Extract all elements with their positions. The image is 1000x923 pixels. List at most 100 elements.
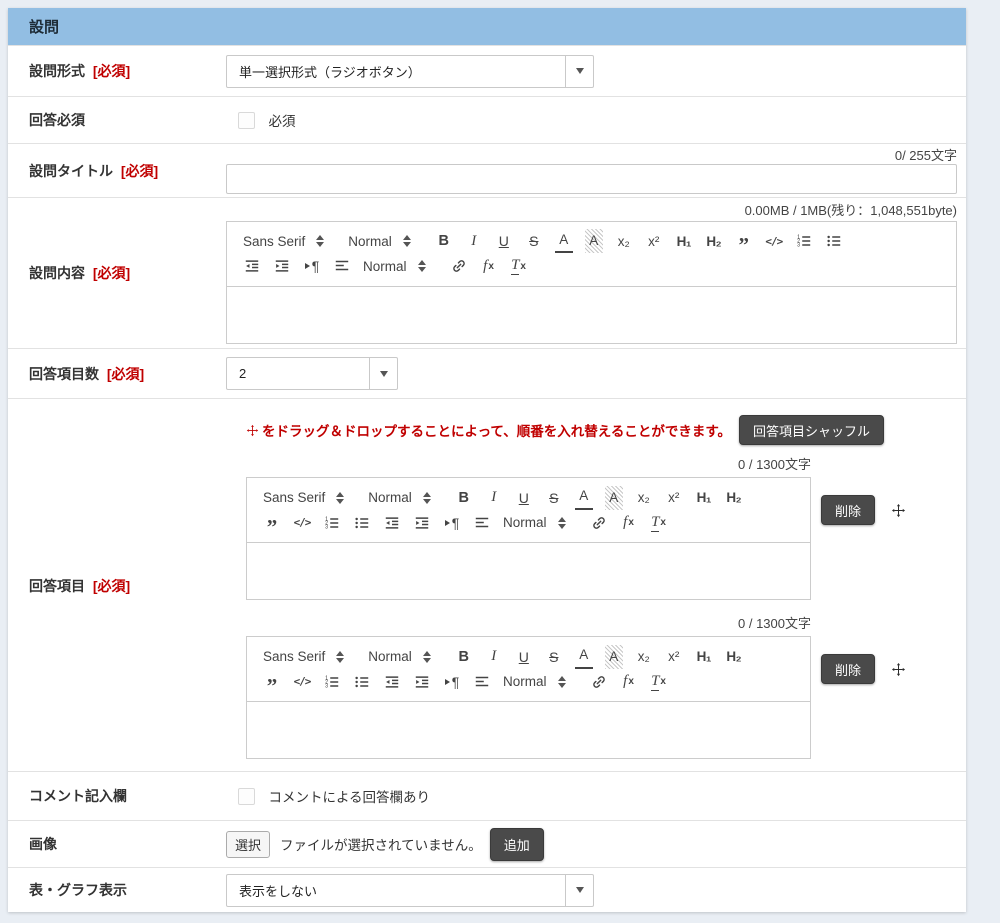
delete-button[interactable]: 削除 bbox=[821, 654, 875, 684]
comment-field-checkbox[interactable] bbox=[238, 788, 255, 805]
editor-content-area[interactable] bbox=[227, 287, 956, 343]
strike-button[interactable]: S bbox=[545, 486, 563, 510]
heading-select[interactable]: Normal bbox=[368, 645, 431, 669]
formula-button[interactable]: fx bbox=[480, 254, 498, 278]
subscript-button[interactable]: x₂ bbox=[635, 486, 653, 510]
formula-button[interactable]: fx bbox=[620, 670, 638, 694]
direction-button[interactable]: ¶ bbox=[303, 254, 321, 278]
color-button[interactable]: A bbox=[575, 645, 593, 669]
align-button[interactable] bbox=[473, 670, 491, 694]
clear-button[interactable]: Tx bbox=[510, 254, 528, 278]
code-button[interactable]: </> bbox=[293, 511, 311, 535]
subscript-button[interactable]: x₂ bbox=[615, 229, 633, 253]
add-image-button[interactable]: 追加 bbox=[490, 828, 544, 861]
question-title-input[interactable] bbox=[226, 164, 957, 194]
color-button[interactable]: A bbox=[555, 229, 573, 253]
italic-button[interactable]: I bbox=[485, 645, 503, 669]
italic-button[interactable]: I bbox=[465, 229, 483, 253]
updown-arrows-icon bbox=[336, 651, 344, 663]
superscript-button[interactable]: x² bbox=[665, 486, 683, 510]
strike-button[interactable]: S bbox=[545, 645, 563, 669]
chart-display-select[interactable]: 表示をしない bbox=[226, 874, 594, 907]
list-ordered-button[interactable]: 123 bbox=[795, 229, 813, 253]
list-bullet-button[interactable] bbox=[353, 511, 371, 535]
clear-button[interactable]: Tx bbox=[650, 670, 668, 694]
indent-icon bbox=[274, 258, 290, 274]
size-select[interactable]: Normal bbox=[503, 511, 566, 535]
direction-button[interactable]: ¶ bbox=[443, 511, 461, 535]
move-handle-icon[interactable] bbox=[891, 503, 906, 518]
link-button[interactable] bbox=[590, 670, 608, 694]
underline-button[interactable]: U bbox=[515, 645, 533, 669]
superscript-button[interactable]: x² bbox=[645, 229, 663, 253]
answer-item-count-label: 回答項目数 bbox=[29, 366, 99, 382]
size-select[interactable]: Normal bbox=[503, 670, 566, 694]
outdent-button[interactable] bbox=[383, 670, 401, 694]
link-button[interactable] bbox=[590, 511, 608, 535]
editor-content-area[interactable] bbox=[247, 543, 810, 599]
file-select-button[interactable]: 選択 bbox=[226, 831, 270, 858]
outdent-icon bbox=[384, 515, 400, 531]
answer-required-checkbox[interactable] bbox=[238, 112, 255, 129]
align-button[interactable] bbox=[473, 511, 491, 535]
list-ordered-icon: 123 bbox=[324, 515, 340, 531]
heading-select[interactable]: Normal bbox=[348, 229, 411, 253]
subscript-button[interactable]: x₂ bbox=[635, 645, 653, 669]
editor-content-area[interactable] bbox=[247, 702, 810, 758]
font-select[interactable]: Sans Serif bbox=[263, 645, 344, 669]
header1-button[interactable]: H₁ bbox=[695, 645, 713, 669]
indent-button[interactable] bbox=[273, 254, 291, 278]
header1-button[interactable]: H₁ bbox=[695, 486, 713, 510]
section-header: 設問 bbox=[8, 8, 966, 45]
answer-item-count-select[interactable]: 2 bbox=[226, 357, 398, 390]
indent-button[interactable] bbox=[413, 670, 431, 694]
strike-button[interactable]: S bbox=[525, 229, 543, 253]
editor-toolbar: Sans SerifNormalBIUSAAx₂x²H₁H₂”</>123¶No… bbox=[247, 637, 810, 702]
italic-button[interactable]: I bbox=[485, 486, 503, 510]
underline-button[interactable]: U bbox=[495, 229, 513, 253]
background-button[interactable]: A bbox=[605, 645, 623, 669]
size-select[interactable]: Normal bbox=[363, 254, 426, 278]
bold-button[interactable]: B bbox=[455, 645, 473, 669]
color-button[interactable]: A bbox=[575, 486, 593, 510]
header2-button[interactable]: H₂ bbox=[705, 229, 723, 253]
heading-select[interactable]: Normal bbox=[368, 486, 431, 510]
header1-button[interactable]: H₁ bbox=[675, 229, 693, 253]
blockquote-button[interactable]: ” bbox=[263, 670, 281, 694]
link-button[interactable] bbox=[450, 254, 468, 278]
delete-button[interactable]: 削除 bbox=[821, 495, 875, 525]
font-select[interactable]: Sans Serif bbox=[243, 229, 324, 253]
align-button[interactable] bbox=[333, 254, 351, 278]
background-button[interactable]: A bbox=[605, 486, 623, 510]
header2-button[interactable]: H₂ bbox=[725, 486, 743, 510]
list-ordered-icon: 123 bbox=[324, 674, 340, 690]
list-bullet-button[interactable] bbox=[825, 229, 843, 253]
background-button[interactable]: A bbox=[585, 229, 603, 253]
font-select[interactable]: Sans Serif bbox=[263, 486, 344, 510]
clear-button[interactable]: Tx bbox=[650, 511, 668, 535]
superscript-button[interactable]: x² bbox=[665, 645, 683, 669]
outdent-button[interactable] bbox=[243, 254, 261, 278]
blockquote-button[interactable]: ” bbox=[263, 511, 281, 535]
move-handle-icon[interactable] bbox=[891, 662, 906, 677]
bold-button[interactable]: B bbox=[435, 229, 453, 253]
indent-button[interactable] bbox=[413, 511, 431, 535]
updown-arrows-icon bbox=[558, 517, 566, 529]
formula-button[interactable]: fx bbox=[620, 511, 638, 535]
code-button[interactable]: </> bbox=[293, 670, 311, 694]
direction-button[interactable]: ¶ bbox=[443, 670, 461, 694]
blockquote-button[interactable]: ” bbox=[735, 229, 753, 253]
answer-item-count-select-value: 2 bbox=[227, 358, 369, 389]
header2-button[interactable]: H₂ bbox=[725, 645, 743, 669]
outdent-button[interactable] bbox=[383, 511, 401, 535]
required-badge: [必須] bbox=[93, 63, 130, 79]
shuffle-button[interactable]: 回答項目シャッフル bbox=[739, 415, 884, 445]
code-button[interactable]: </> bbox=[765, 229, 783, 253]
dropdown-arrow-icon bbox=[565, 56, 593, 87]
question-type-select[interactable]: 単一選択形式（ラジオボタン） bbox=[226, 55, 594, 88]
list-ordered-button[interactable]: 123 bbox=[323, 511, 341, 535]
list-bullet-button[interactable] bbox=[353, 670, 371, 694]
list-ordered-button[interactable]: 123 bbox=[323, 670, 341, 694]
bold-button[interactable]: B bbox=[455, 486, 473, 510]
underline-button[interactable]: U bbox=[515, 486, 533, 510]
